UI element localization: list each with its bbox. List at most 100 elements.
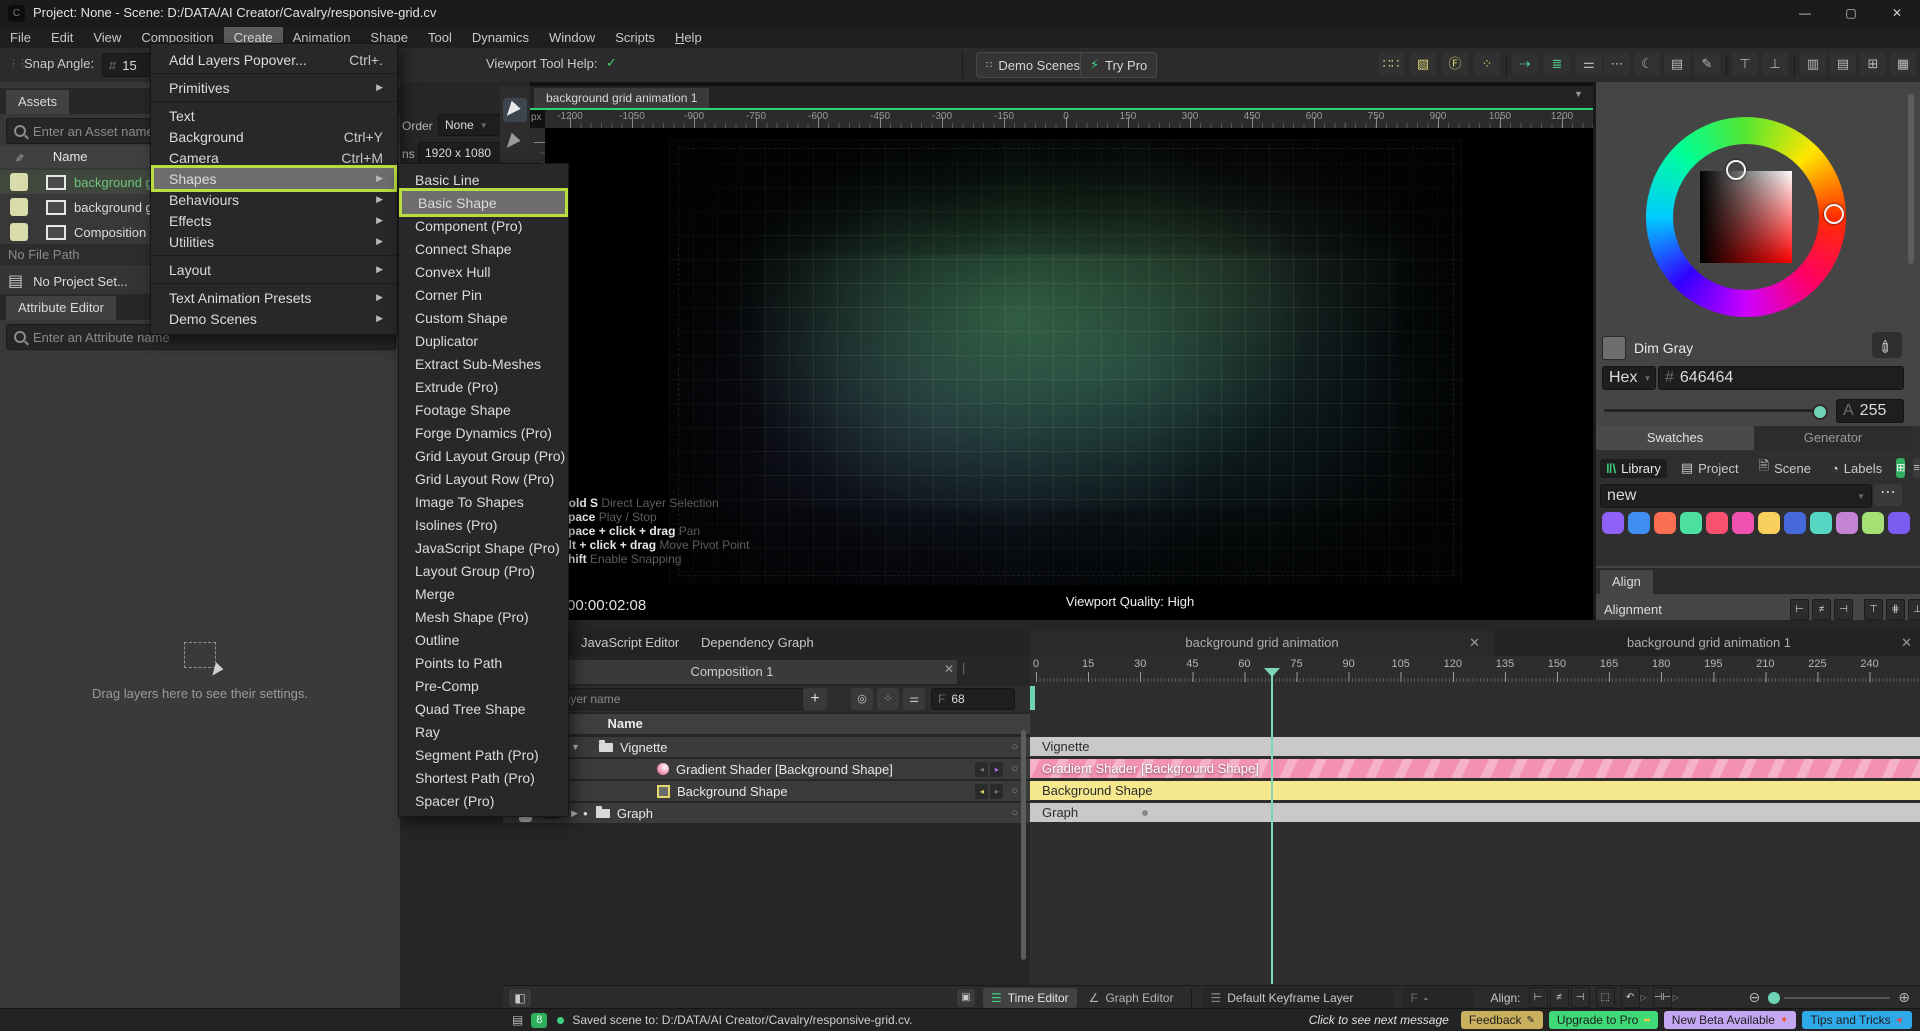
direct-select-tool-button[interactable] [503, 130, 527, 154]
dashed-arrow-icon[interactable]: ⇢ [1512, 52, 1538, 76]
add-selection-icon[interactable]: ⁘ [877, 688, 899, 710]
swatch[interactable] [1784, 512, 1806, 534]
solo-circle-icon[interactable]: ○ [1011, 763, 1018, 775]
submenu-item-extract-sub-meshes[interactable]: Extract Sub-Meshes [399, 352, 568, 375]
hex-input[interactable]: # 646464 [1658, 366, 1904, 390]
menu-scripts[interactable]: Scripts [605, 27, 665, 48]
list-view-button[interactable]: ≡ [1913, 458, 1919, 478]
right-panel-scrollbar[interactable] [1908, 94, 1914, 264]
close-icon[interactable]: ✕ [944, 662, 954, 676]
menu-view[interactable]: View [83, 27, 131, 48]
timeline-zoom-handle[interactable] [1768, 992, 1780, 1004]
submenu-item-grid-layout-group[interactable]: Grid Layout Group (Pro) [399, 444, 568, 467]
new-beta-button[interactable]: New Beta Available✦ [1664, 1011, 1797, 1029]
swatch-group-options-button[interactable]: ⋯ [1874, 484, 1902, 506]
solo-circle-icon[interactable]: ○ [1011, 807, 1018, 819]
menu-item-shapes[interactable]: Shapes▶ [151, 165, 397, 192]
submenu-item-grid-layout-row[interactable]: Grid Layout Row (Pro) [399, 467, 568, 490]
filter-settings-icon[interactable]: ⚌ [903, 688, 925, 710]
current-color-swatch[interactable] [1602, 336, 1626, 360]
align-right-button[interactable]: ⊣ [1834, 599, 1853, 620]
menu-item-demo-scenes[interactable]: Demo Scenes▶ [151, 308, 397, 329]
swatch[interactable] [1810, 512, 1832, 534]
timeline-zoom-track[interactable] [1784, 997, 1890, 999]
expand-icon[interactable]: ▷ [1641, 988, 1647, 1008]
submenu-item-forge-dynamics[interactable]: Forge Dynamics (Pro) [399, 421, 568, 444]
saturation-value-square[interactable] [1700, 171, 1792, 263]
output-connection-icon[interactable]: ▸ [990, 762, 1003, 777]
minimize-button[interactable]: — [1782, 0, 1828, 27]
swatch[interactable] [1628, 512, 1650, 534]
submenu-item-custom-shape[interactable]: Custom Shape [399, 306, 568, 329]
playhead-line[interactable] [1271, 676, 1273, 984]
layer-name[interactable]: Vignette [620, 740, 667, 755]
menu-item-effects[interactable]: Effects▶ [151, 210, 397, 231]
time-editor-button[interactable]: ☰ Time Editor [983, 988, 1077, 1008]
moon-icon[interactable]: ☾ [1634, 52, 1660, 76]
graph-editor-button[interactable]: ∠ Graph Editor [1081, 988, 1182, 1008]
scene-source[interactable]: 🗎Scene [1753, 455, 1817, 481]
align-keys-left-button[interactable]: ⊢ [1529, 987, 1548, 1008]
submenu-item-pre-comp[interactable]: Pre-Comp [399, 674, 568, 697]
next-message-link[interactable]: Click to see next message [1309, 1013, 1449, 1027]
demo-scenes-button[interactable]: ∷ Demo Scenes [976, 52, 1090, 78]
eyedropper-button[interactable]: ✎ [1872, 332, 1902, 358]
track-bar-background-shape[interactable]: Background Shape [1030, 781, 1920, 800]
swatch[interactable] [1654, 512, 1676, 534]
asset-color-chip[interactable] [10, 223, 28, 241]
scatter-icon[interactable]: ⁘ [1474, 52, 1500, 76]
align-keys-center-button[interactable]: ≠ [1550, 987, 1569, 1008]
composition-tab[interactable]: Composition 1 [507, 660, 957, 684]
layer-row[interactable]: Gradient Shader [Background Shape] ◂ ▸ ○ [503, 759, 1030, 779]
order-dropdown[interactable]: None ▼ [438, 114, 502, 136]
dots-grid-icon[interactable]: ∷∷ [1378, 52, 1404, 76]
viewport-tab-menu-icon[interactable]: ▼ [1574, 89, 1583, 99]
input-connection-icon[interactable]: ◂ [975, 762, 988, 777]
tab-generator[interactable]: Generator [1754, 426, 1912, 450]
pen-icon[interactable]: ✎ [1694, 52, 1720, 76]
console-icon[interactable]: ▤ [512, 1013, 523, 1027]
track-bar-gradient-shader[interactable]: Gradient Shader [Background Shape] [1030, 759, 1920, 778]
submenu-item-convex-hull[interactable]: Convex Hull [399, 260, 568, 283]
input-connection-icon[interactable]: ◂ [975, 784, 988, 799]
swatch[interactable] [1888, 512, 1910, 534]
solo-circle-icon[interactable]: ○ [1011, 741, 1018, 753]
keyframe-layer-dropdown[interactable]: ☰ Default Keyframe Layer [1202, 988, 1394, 1008]
menu-item-add-layers-popover[interactable]: Add Layers Popover...Ctrl+. [151, 49, 397, 70]
asset-color-chip[interactable] [10, 198, 28, 216]
frame-badge-icon[interactable]: Ⓕ [1442, 52, 1468, 76]
frame-field[interactable]: F 68 [931, 688, 1015, 710]
tab-align[interactable]: Align [1600, 570, 1653, 594]
submenu-item-extrude[interactable]: Extrude (Pro) [399, 375, 568, 398]
swatch[interactable] [1680, 512, 1702, 534]
close-button[interactable]: ✕ [1874, 0, 1920, 27]
menu-item-text-animation-presets[interactable]: Text Animation Presets▶ [151, 287, 397, 308]
swatch[interactable] [1602, 512, 1624, 534]
filter-circles-icon[interactable]: ◎ [851, 688, 873, 710]
upgrade-pro-button[interactable]: Upgrade to Pro●● [1549, 1011, 1658, 1029]
chevron-right-icon[interactable]: ▶ [571, 808, 581, 819]
layer-list-scrollbar[interactable] [1021, 730, 1026, 960]
eyedropper-icon[interactable]: ✎ [8, 153, 30, 162]
name-column-header[interactable]: Name [53, 149, 88, 164]
submenu-item-outline[interactable]: Outline [399, 628, 568, 651]
select-tool-button[interactable] [503, 98, 527, 122]
menu-window[interactable]: Window [539, 27, 605, 48]
composition-preview[interactable] [669, 139, 1463, 585]
expand-icon[interactable]: ▷ [1673, 988, 1679, 1008]
layer-row[interactable]: ▶ ● Graph ○ [503, 803, 1030, 823]
swatch[interactable] [1706, 512, 1728, 534]
viewport-tab[interactable]: background grid animation 1 [534, 88, 709, 108]
layer-name[interactable]: Gradient Shader [Background Shape] [676, 762, 893, 777]
menu-tool[interactable]: Tool [418, 27, 462, 48]
table-icon[interactable]: ▤ [1664, 52, 1690, 76]
layer-row[interactable]: Background Shape ◂ ▸ ○ [503, 781, 1030, 801]
tab-attribute-editor[interactable]: Attribute Editor [6, 296, 116, 320]
align-top-button[interactable]: ⊤ [1864, 599, 1883, 620]
panel-toggle-icon[interactable]: ◧ [509, 989, 531, 1007]
menu-item-layout[interactable]: Layout▶ [151, 259, 397, 280]
tips-button[interactable]: Tips and Tricks➤ [1802, 1011, 1912, 1029]
menu-edit[interactable]: Edit [41, 27, 83, 48]
work-area-start-marker[interactable] [1030, 686, 1035, 710]
sv-cursor[interactable] [1726, 160, 1746, 180]
